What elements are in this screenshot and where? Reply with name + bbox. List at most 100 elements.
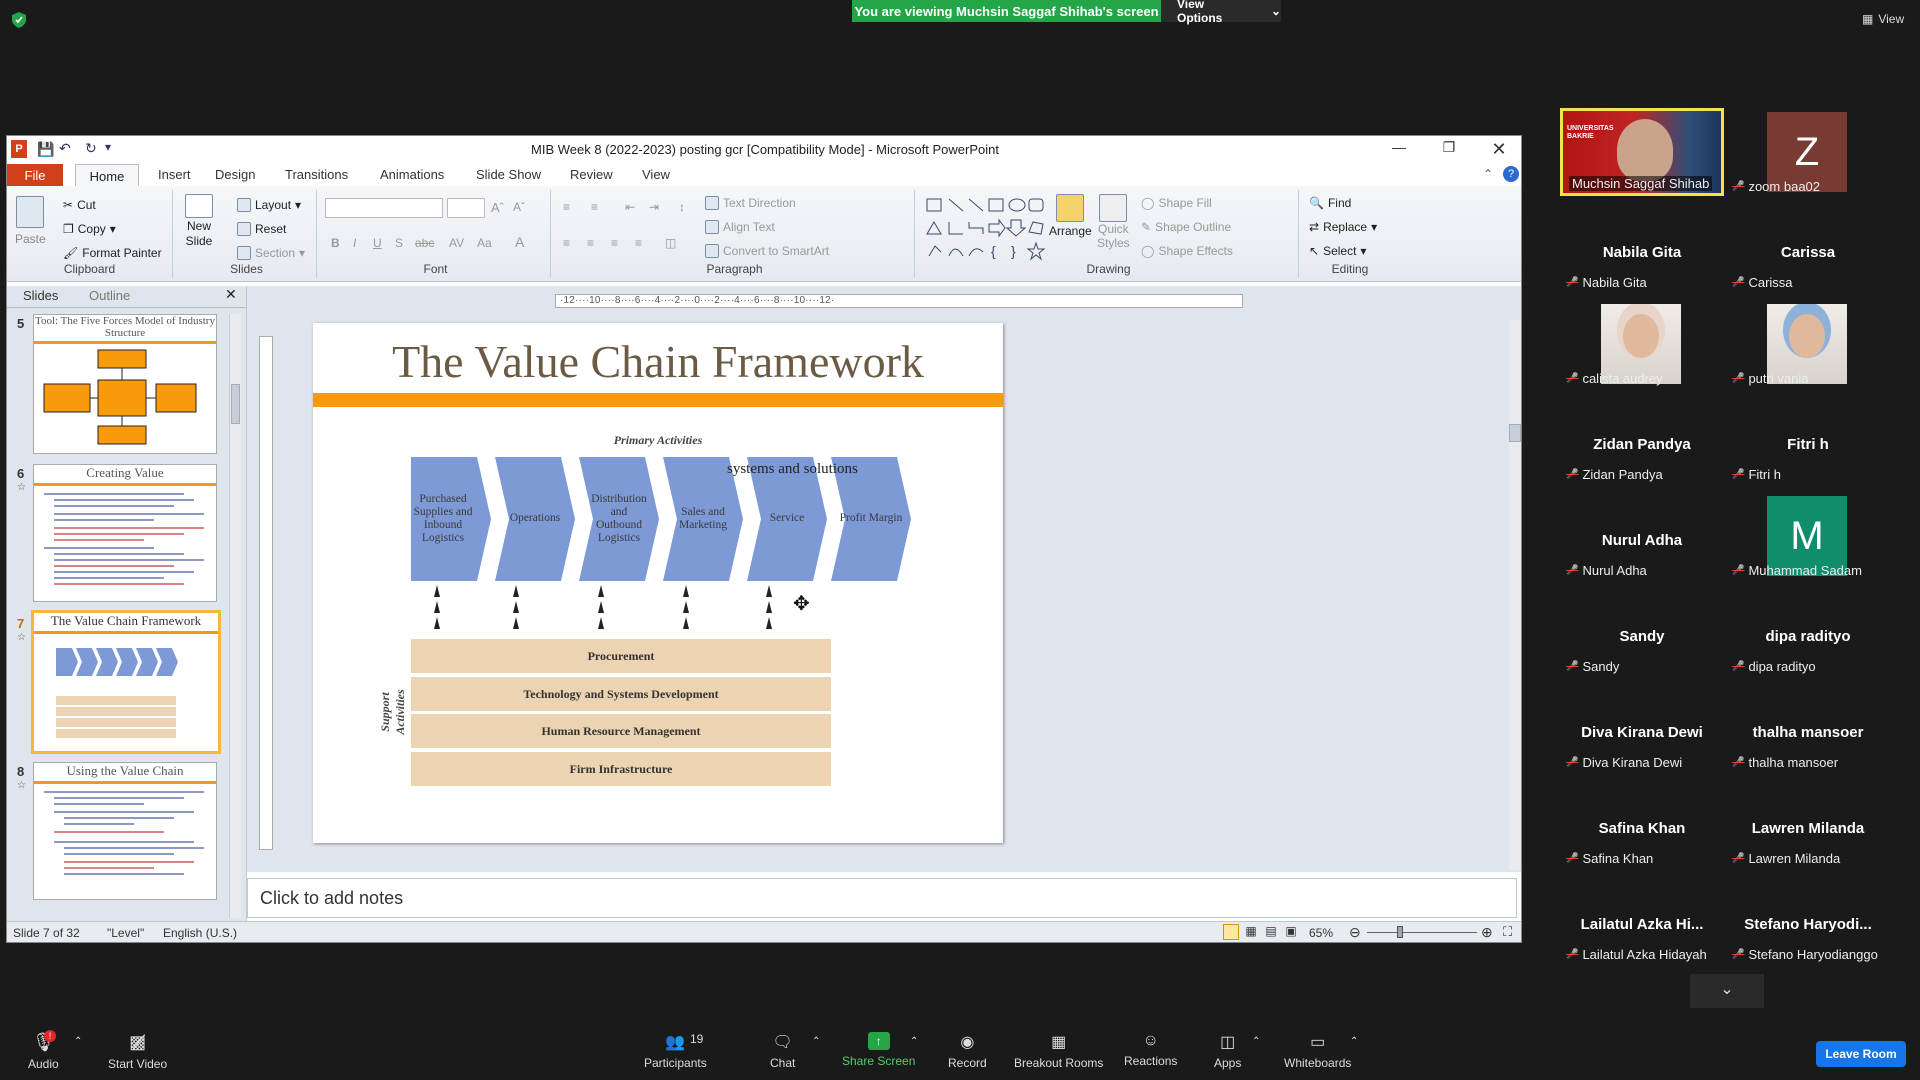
shape-fill-button[interactable]: ◯ Shape Fill — [1141, 196, 1212, 210]
scroll-down-chevron-icon[interactable]: ⌄ — [1690, 974, 1764, 1008]
select-button[interactable]: ↖ Select ▾ — [1309, 244, 1366, 258]
shape-outline-button[interactable]: ✎ Shape Outline — [1141, 220, 1231, 234]
tab-review[interactable]: Review — [570, 167, 613, 182]
canvas-scroll-thumb[interactable] — [1509, 424, 1521, 442]
section-button[interactable]: Section ▾ — [237, 246, 305, 260]
find-button[interactable]: 🔍 Find — [1309, 196, 1351, 210]
font-size-select[interactable] — [447, 198, 485, 218]
change-case-icon[interactable]: Aa — [477, 236, 492, 250]
participant-tile[interactable]: 🎤 calista audrey — [1560, 300, 1724, 388]
grow-font-icon[interactable]: Aˆ — [491, 200, 504, 215]
align-text-button[interactable]: Align Text — [705, 220, 775, 234]
participant-tile[interactable]: Carissa 🎤 Carissa — [1726, 204, 1890, 292]
participant-tile[interactable]: Lailatul Azka Hi... 🎤 Lailatul Azka Hidaya… — [1560, 876, 1724, 964]
zoom-slider-thumb[interactable] — [1397, 926, 1403, 938]
line-spacing-icon[interactable]: ↕ — [679, 200, 685, 214]
tab-file[interactable]: File — [7, 164, 63, 186]
minimize-ribbon-icon[interactable]: ⌃ — [1483, 167, 1493, 181]
record-button[interactable]: ◉ Record — [948, 1032, 987, 1070]
start-video-button[interactable]: ▩̸ Start Video — [108, 1032, 167, 1071]
language[interactable]: English (U.S.) — [163, 926, 237, 940]
participant-tile[interactable]: Diva Kirana Dewi 🎤 Diva Kirana Dewi — [1560, 684, 1724, 772]
zoom-slider[interactable] — [1367, 932, 1477, 933]
slideshow-icon[interactable]: ▣ — [1283, 924, 1299, 940]
participant-tile[interactable]: Stefano Haryodi... 🎤 Stefano Haryodianggo — [1726, 876, 1890, 964]
justify-icon[interactable]: ≡ — [635, 236, 642, 250]
participant-tile[interactable]: Sandy 🎤 Sandy — [1560, 588, 1724, 676]
bullets-icon[interactable]: ≡ — [563, 200, 570, 214]
fit-to-window-icon[interactable]: ⛶ — [1503, 924, 1512, 940]
normal-view-icon[interactable] — [1223, 924, 1239, 940]
new-slide-button[interactable]: New Slide — [185, 194, 213, 248]
participant-tile[interactable]: Lawren Milanda 🎤 Lawren Milanda — [1726, 780, 1890, 868]
tab-home[interactable]: Home — [75, 164, 139, 187]
align-right-icon[interactable]: ≡ — [611, 236, 618, 250]
view-button[interactable]: ▦ View — [1862, 12, 1904, 26]
shadow-icon[interactable]: S — [395, 236, 403, 250]
shrink-font-icon[interactable]: Aˇ — [513, 200, 525, 214]
audio-options-chevron-icon[interactable]: ⌃ — [74, 1036, 82, 1047]
quick-styles-button[interactable]: Quick Styles — [1097, 194, 1130, 250]
char-spacing-icon[interactable]: AV — [449, 236, 464, 250]
leave-room-button[interactable]: Leave Room — [1816, 1041, 1906, 1067]
view-options-button[interactable]: View Options ⌄ — [1161, 0, 1281, 25]
tab-design[interactable]: Design — [215, 167, 255, 182]
arrange-button[interactable]: Arrange — [1049, 194, 1092, 238]
zoom-level[interactable]: 65% — [1309, 926, 1333, 940]
align-left-icon[interactable]: ≡ — [563, 236, 570, 250]
participant-tile[interactable]: 🎤 putri vania — [1726, 300, 1890, 388]
breakout-rooms-button[interactable]: ▦ Breakout Rooms — [1014, 1032, 1103, 1070]
participant-tile[interactable]: Nurul Adha 🎤 Nurul Adha — [1560, 492, 1724, 580]
tab-insert[interactable]: Insert — [158, 167, 191, 182]
chat-button[interactable]: 🗨 Chat — [770, 1032, 795, 1070]
slide-thumbnail-7-selected[interactable]: The Value Chain Framework — [31, 610, 221, 754]
tab-slides[interactable]: Slides — [23, 288, 58, 303]
share-chevron-icon[interactable]: ⌃ — [910, 1036, 918, 1047]
help-icon[interactable]: ? — [1503, 166, 1519, 182]
whiteboards-chevron-icon[interactable]: ⌃ — [1350, 1036, 1358, 1047]
tab-transitions[interactable]: Transitions — [285, 167, 348, 182]
minimize-icon[interactable]: — — [1379, 139, 1419, 161]
apps-button[interactable]: ◫ Apps — [1214, 1032, 1241, 1070]
thumbnail-scrollbar[interactable] — [229, 314, 241, 918]
italic-icon[interactable]: I — [353, 236, 356, 250]
paste-button[interactable]: Paste — [15, 196, 46, 246]
convert-smartart-button[interactable]: Convert to SmartArt — [705, 244, 829, 258]
security-shield-icon[interactable] — [12, 12, 26, 28]
close-icon[interactable]: ✕ — [1479, 139, 1519, 161]
copy-button[interactable]: ❐ Copy ▾ — [63, 222, 116, 236]
text-direction-button[interactable]: Text Direction — [705, 196, 796, 210]
whiteboards-button[interactable]: ▭ Whiteboards — [1284, 1032, 1351, 1070]
underline-icon[interactable]: U — [373, 236, 382, 250]
participant-tile[interactable]: UNIVERSITAS BAKRIE Muchsin Saggaf Shihab — [1560, 108, 1724, 196]
slide[interactable]: The Value Chain Framework Primary Activi… — [313, 323, 1003, 843]
columns-icon[interactable]: ◫ — [665, 236, 676, 250]
participant-tile[interactable]: M 🎤 Muhammad Sadam — [1726, 492, 1890, 580]
participant-tile[interactable]: Nabila Gita 🎤 Nabila Gita — [1560, 204, 1724, 292]
notes-pane[interactable]: Click to add notes — [247, 878, 1517, 918]
participant-tile[interactable]: thalha mansoer 🎤 thalha mansoer — [1726, 684, 1890, 772]
layout-button[interactable]: Layout ▾ — [237, 198, 301, 212]
overlay-textbox[interactable]: systems and solutions — [727, 461, 858, 478]
share-screen-button[interactable]: ↑ Share Screen — [842, 1032, 915, 1068]
zoom-out-icon[interactable]: ⊖ — [1349, 924, 1361, 941]
font-color-icon[interactable]: A — [515, 234, 524, 250]
decrease-indent-icon[interactable]: ⇤ — [625, 200, 635, 214]
zoom-in-icon[interactable]: ⊕ — [1481, 924, 1493, 941]
canvas-scrollbar[interactable] — [1509, 320, 1521, 870]
participant-tile[interactable]: Zidan Pandya 🎤 Zidan Pandya — [1560, 396, 1724, 484]
cut-button[interactable]: ✂ Cut — [63, 198, 96, 212]
scrollbar-thumb[interactable] — [231, 384, 240, 424]
shape-effects-button[interactable]: ◯ Shape Effects — [1141, 244, 1233, 258]
tab-view[interactable]: View — [642, 167, 670, 182]
bold-icon[interactable]: B — [331, 236, 340, 250]
participant-tile[interactable]: Z 🎤 zoom baa02 — [1726, 108, 1890, 196]
restore-icon[interactable]: ❐ — [1429, 139, 1469, 161]
reactions-button[interactable]: ☺ Reactions — [1124, 1032, 1177, 1068]
apps-chevron-icon[interactable]: ⌃ — [1252, 1036, 1260, 1047]
chat-chevron-icon[interactable]: ⌃ — [812, 1036, 820, 1047]
increase-indent-icon[interactable]: ⇥ — [649, 200, 659, 214]
reading-view-icon[interactable]: ▤ — [1263, 924, 1279, 940]
slide-thumbnail-5[interactable]: Tool: The Five Forces Model of Industry … — [33, 314, 217, 454]
replace-button[interactable]: ⇄ Replace ▾ — [1309, 220, 1377, 234]
